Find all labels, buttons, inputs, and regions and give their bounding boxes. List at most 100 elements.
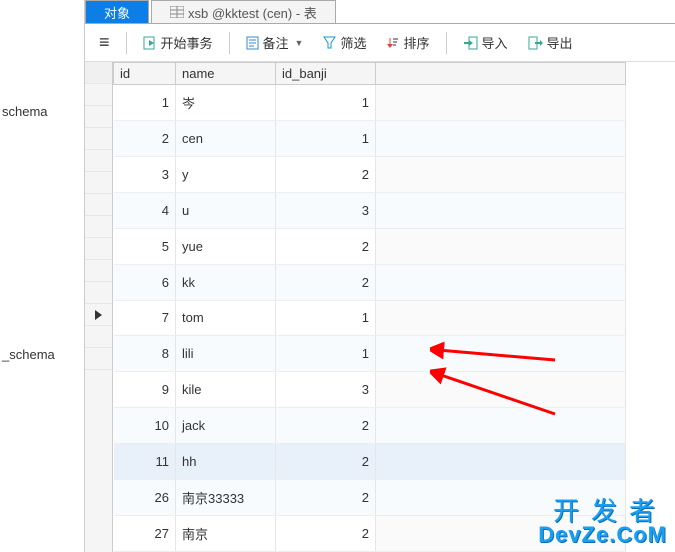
table-row[interactable]: 1岑1 (114, 85, 626, 121)
table-row[interactable]: 7tom1 (114, 300, 626, 336)
row-indicator[interactable] (85, 282, 112, 304)
table-row[interactable]: 5yue2 (114, 228, 626, 264)
sort-button[interactable]: 排序 (378, 29, 437, 56)
menu-button[interactable]: ≡ (91, 28, 118, 57)
menu-icon: ≡ (99, 32, 110, 53)
row-indicator[interactable] (85, 106, 112, 128)
cell-id[interactable]: 4 (114, 192, 176, 228)
cell-name[interactable]: kile (176, 372, 276, 408)
row-indicator[interactable] (85, 348, 112, 370)
begin-transaction-button[interactable]: 开始事务 (135, 29, 221, 56)
cell-id[interactable]: 11 (114, 444, 176, 480)
sort-label: 排序 (403, 33, 429, 52)
table-row[interactable]: 9kile3 (114, 372, 626, 408)
column-header-name[interactable]: name (176, 63, 276, 85)
row-indicator[interactable] (85, 216, 112, 238)
column-header-id-banji[interactable]: id_banji (276, 63, 376, 85)
cell-id-banji[interactable]: 2 (276, 408, 376, 444)
table-icon (170, 6, 184, 18)
cell-empty (376, 300, 626, 336)
tab-table[interactable]: xsb @kktest (cen) - 表 (151, 0, 336, 23)
sidebar-item-schema[interactable]: schema (0, 100, 84, 123)
cell-id-banji[interactable]: 1 (276, 85, 376, 121)
data-grid[interactable]: id name id_banji 1岑12cen13y24u35yue26kk2… (85, 62, 675, 552)
table-row[interactable]: 8lili1 (114, 336, 626, 372)
cell-name[interactable]: y (176, 156, 276, 192)
table-row[interactable]: 6kk2 (114, 264, 626, 300)
toolbar: ≡ 开始事务 备注 ▼ 筛选 (85, 24, 675, 62)
table-row[interactable]: 2cen1 (114, 120, 626, 156)
row-indicator[interactable] (85, 194, 112, 216)
cell-id[interactable]: 7 (114, 300, 176, 336)
cell-name[interactable]: tom (176, 300, 276, 336)
tab-bar: 对象 xsb @kktest (cen) - 表 (85, 0, 675, 24)
cell-name[interactable]: cen (176, 120, 276, 156)
tab-label: xsb @kktest (cen) - 表 (188, 3, 317, 22)
cell-name[interactable]: kk (176, 264, 276, 300)
cell-id[interactable]: 10 (114, 408, 176, 444)
tab-objects[interactable]: 对象 (85, 0, 149, 23)
row-indicator[interactable] (85, 128, 112, 150)
cell-id-banji[interactable]: 2 (276, 516, 376, 552)
cell-id[interactable]: 5 (114, 228, 176, 264)
cell-empty (376, 444, 626, 480)
sidebar-item-schema2[interactable]: _schema (0, 343, 84, 366)
cell-id-banji[interactable]: 2 (276, 264, 376, 300)
export-icon (528, 36, 543, 50)
row-indicator[interactable] (85, 238, 112, 260)
row-indicator[interactable] (85, 84, 112, 106)
cell-name[interactable]: yue (176, 228, 276, 264)
note-icon (246, 36, 259, 50)
row-indicator[interactable] (85, 150, 112, 172)
table-row[interactable]: 11hh2 (114, 444, 626, 480)
cell-name[interactable]: 南京33333 (176, 480, 276, 516)
cell-id-banji[interactable]: 2 (276, 228, 376, 264)
cell-name[interactable]: u (176, 192, 276, 228)
row-indicator[interactable] (85, 260, 112, 282)
chevron-down-icon: ▼ (295, 38, 304, 48)
cell-name[interactable]: jack (176, 408, 276, 444)
cell-name[interactable]: hh (176, 444, 276, 480)
cell-id[interactable]: 2 (114, 120, 176, 156)
memo-button[interactable]: 备注 ▼ (238, 29, 312, 56)
row-indicator[interactable] (85, 304, 112, 326)
cell-id[interactable]: 3 (114, 156, 176, 192)
cell-id[interactable]: 9 (114, 372, 176, 408)
table-row[interactable]: 4u3 (114, 192, 626, 228)
column-header-id[interactable]: id (114, 63, 176, 85)
cell-id[interactable]: 26 (114, 480, 176, 516)
column-header-empty (376, 63, 626, 85)
row-gutter (85, 62, 113, 552)
cell-id-banji[interactable]: 2 (276, 156, 376, 192)
cell-name[interactable]: 南京 (176, 516, 276, 552)
import-label: 导入 (482, 33, 508, 52)
current-row-icon (95, 310, 102, 320)
filter-label: 筛选 (340, 33, 366, 52)
cell-id-banji[interactable]: 2 (276, 444, 376, 480)
cell-id-banji[interactable]: 3 (276, 192, 376, 228)
cell-empty (376, 156, 626, 192)
cell-id[interactable]: 6 (114, 264, 176, 300)
filter-button[interactable]: 筛选 (315, 29, 374, 56)
cell-name[interactable]: lili (176, 336, 276, 372)
cell-id-banji[interactable]: 2 (276, 480, 376, 516)
cell-id-banji[interactable]: 1 (276, 120, 376, 156)
table-row[interactable]: 10jack2 (114, 408, 626, 444)
cell-name[interactable]: 岑 (176, 85, 276, 121)
cell-id-banji[interactable]: 1 (276, 300, 376, 336)
cell-id[interactable]: 27 (114, 516, 176, 552)
cell-empty (376, 408, 626, 444)
data-table[interactable]: id name id_banji 1岑12cen13y24u35yue26kk2… (113, 62, 626, 552)
cell-empty (376, 228, 626, 264)
table-row[interactable]: 3y2 (114, 156, 626, 192)
import-icon (463, 36, 478, 50)
row-indicator[interactable] (85, 172, 112, 194)
cell-id-banji[interactable]: 3 (276, 372, 376, 408)
cell-id[interactable]: 8 (114, 336, 176, 372)
cell-id[interactable]: 1 (114, 85, 176, 121)
import-button[interactable]: 导入 (455, 29, 516, 56)
cell-id-banji[interactable]: 1 (276, 336, 376, 372)
row-indicator[interactable] (85, 326, 112, 348)
cell-empty (376, 264, 626, 300)
export-button[interactable]: 导出 (520, 29, 581, 56)
